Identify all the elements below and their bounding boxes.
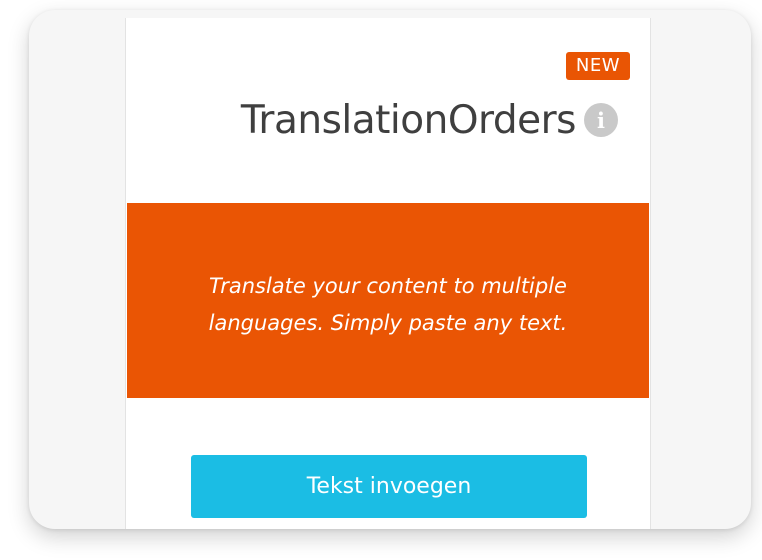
new-badge: NEW xyxy=(565,52,630,80)
card-title: TranslationOrders xyxy=(240,97,577,143)
screenshot-stage: NEW TranslationOrders i Translate your c… xyxy=(0,0,762,560)
banner-text: Translate your content to multiple langu… xyxy=(208,273,568,335)
card-header: TranslationOrders i xyxy=(241,96,618,144)
promo-banner: Translate your content to multiple langu… xyxy=(127,203,649,398)
app-window: NEW TranslationOrders i Translate your c… xyxy=(29,10,751,529)
translation-orders-card: NEW TranslationOrders i Translate your c… xyxy=(125,18,651,529)
info-icon[interactable]: i xyxy=(584,103,618,137)
insert-text-button[interactable]: Tekst invoegen xyxy=(191,455,587,518)
